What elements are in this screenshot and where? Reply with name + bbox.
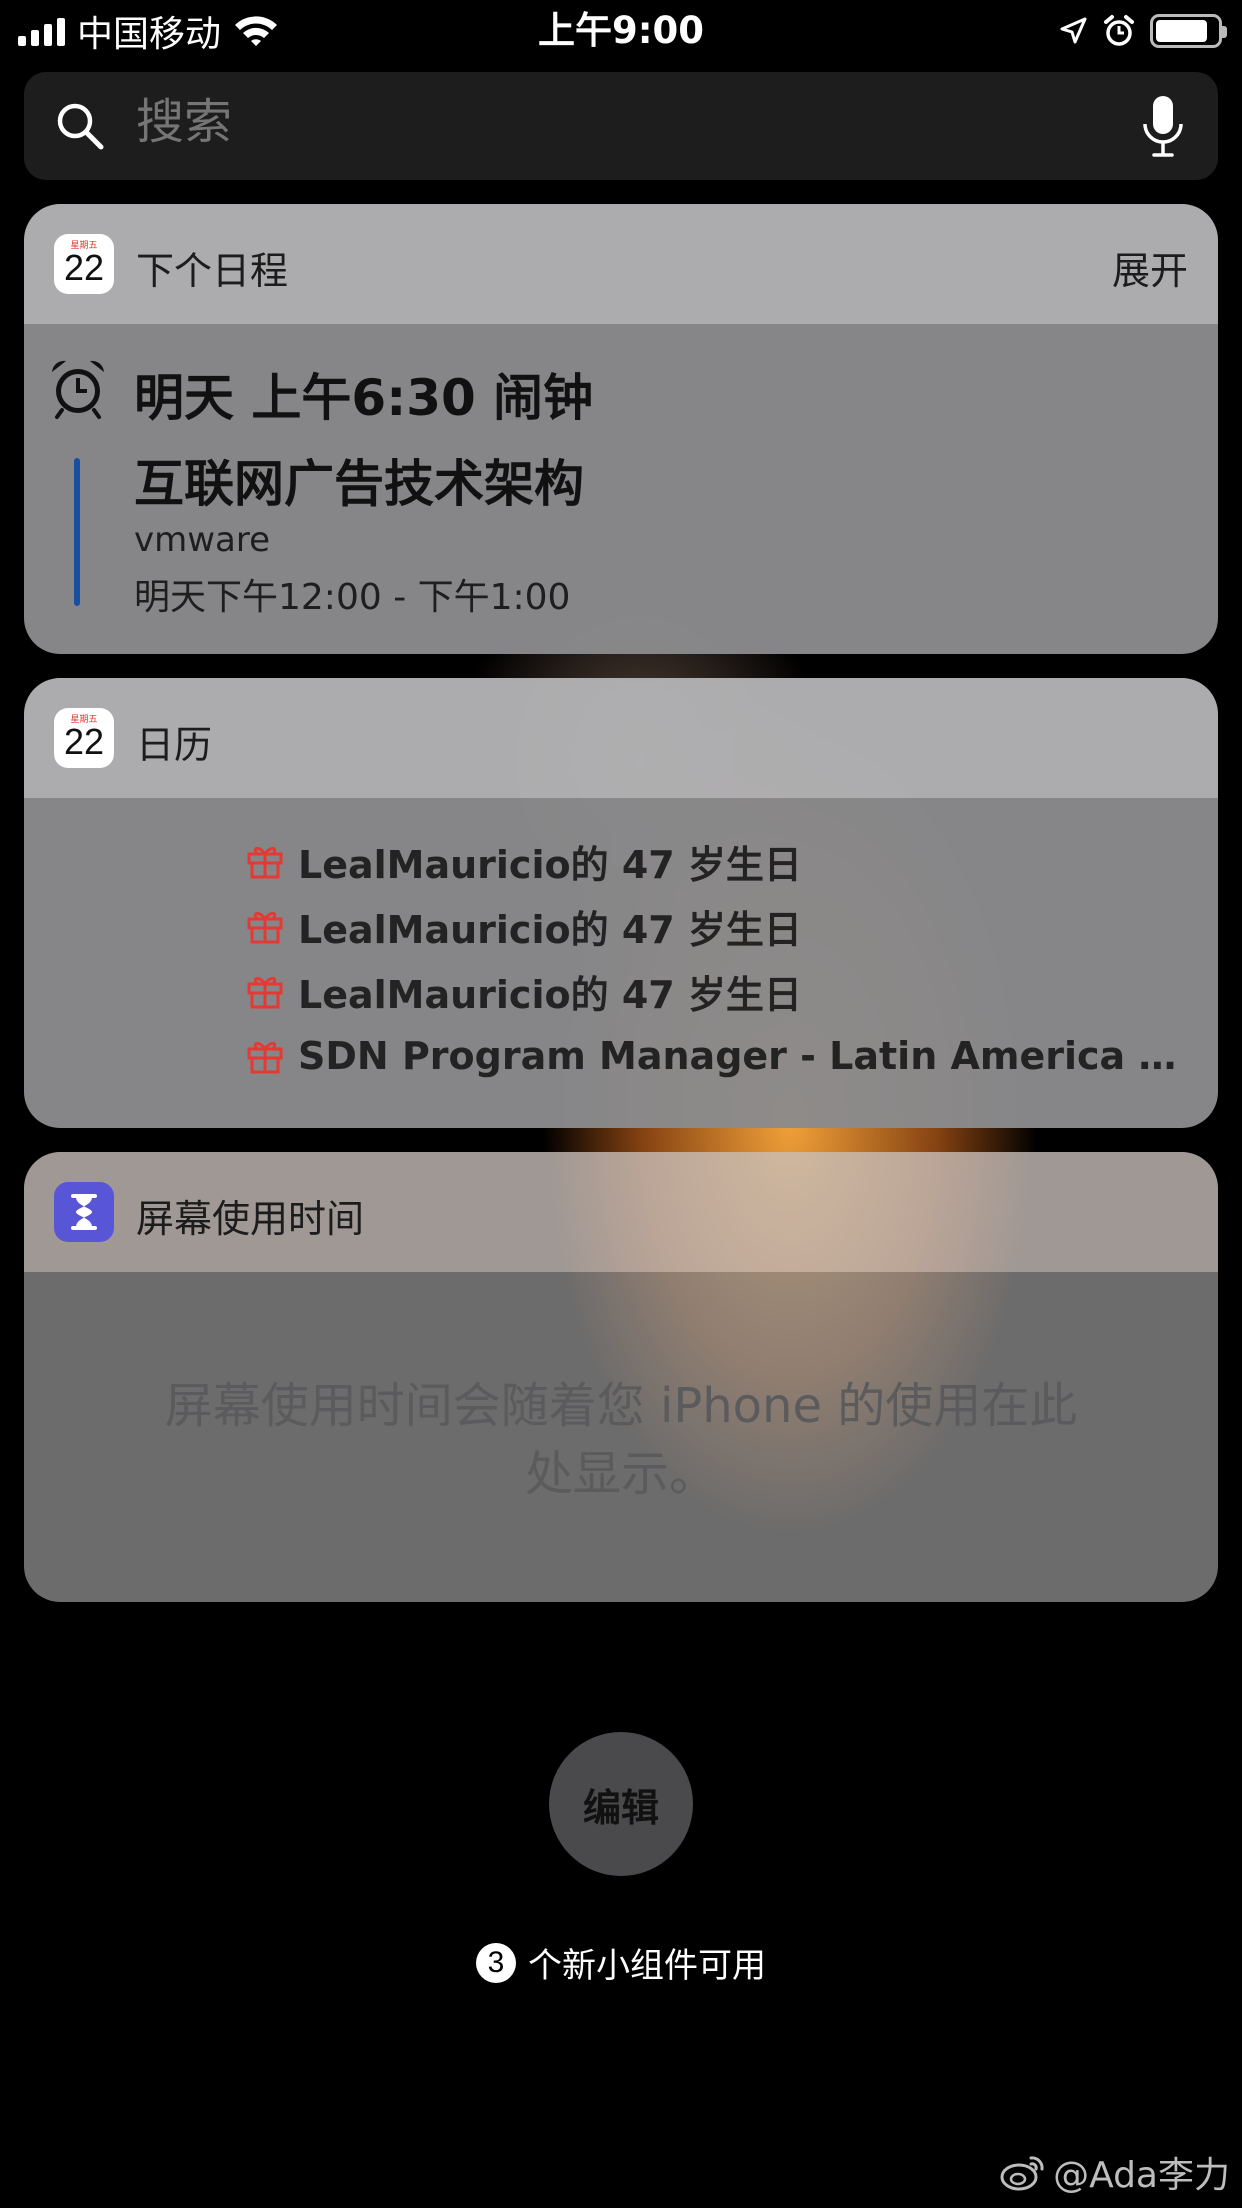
gift-icon: [247, 976, 283, 1009]
birthday-text: LealMauricio的 47 岁生日: [298, 907, 802, 952]
widget-title: 下个日程: [136, 249, 289, 293]
battery-level: [1156, 20, 1207, 42]
new-widgets-notice[interactable]: 3 个新小组件可用: [0, 1938, 1242, 1987]
gift-icon: [247, 911, 283, 944]
birthday-item[interactable]: LealMauricio的 47 岁生日: [246, 897, 802, 955]
alarm-clock-icon: [52, 360, 104, 419]
widget-body: 屏幕使用时间会随着您 iPhone 的使用在此处显示。: [24, 1272, 1218, 1602]
widget-header: 星期五 22 下个日程 展开: [24, 204, 1218, 324]
widget-header: 星期五 22 日历: [24, 678, 1218, 798]
status-right: [1058, 10, 1227, 52]
alarm-text: 明天 上午6:30 闹钟: [134, 369, 594, 427]
calendar-app-icon: 星期五 22: [54, 234, 114, 294]
battery-icon: [1150, 14, 1227, 48]
birthday-text: SDN Program Manager - Latin America Leal…: [298, 1034, 1198, 1078]
microphone-icon[interactable]: [1140, 94, 1186, 160]
status-bar: 中国移动 上午9:00: [0, 0, 1242, 60]
edit-button[interactable]: 编辑: [549, 1732, 693, 1876]
today-view: 中国移动 上午9:00 搜索 星期五 22 下个日程 展开 明天 上午6:30 …: [0, 0, 1242, 2208]
widget-body: LealMauricio的 47 岁生日 LealMauricio的 47 岁生…: [24, 798, 1218, 1128]
event-location: vmware: [134, 520, 271, 560]
expand-button[interactable]: 展开: [1112, 240, 1188, 295]
alarm-status-icon: [1104, 15, 1134, 46]
event-title[interactable]: 互联网广告技术架构: [134, 444, 584, 516]
new-widgets-text: 个新小组件可用: [528, 1946, 766, 1986]
hourglass-icon: [71, 1194, 97, 1230]
weibo-icon: [1000, 2156, 1044, 2191]
calendar-icon-date: 22: [63, 247, 105, 288]
new-widgets-count: 3: [476, 1942, 516, 1983]
birthday-item[interactable]: SDN Program Manager - Latin America Leal…: [246, 1027, 1198, 1085]
up-next-widget[interactable]: 星期五 22 下个日程 展开 明天 上午6:30 闹钟 互联网广告技术架构 vm…: [24, 204, 1218, 654]
watermark-text: @Ada李力: [1053, 2155, 1230, 2196]
location-arrow-icon: [1060, 17, 1087, 44]
calendar-icon-date: 22: [63, 721, 105, 762]
calendar-widget[interactable]: 星期五 22 日历 LealMauricio的 47 岁生日 LealMauri…: [24, 678, 1218, 1128]
gift-icon: [247, 1041, 283, 1074]
widget-body: 明天 上午6:30 闹钟 互联网广告技术架构 vmware 明天下午12:00 …: [24, 324, 1218, 654]
search-icon: [57, 103, 104, 150]
search-bar[interactable]: [24, 72, 1218, 180]
gift-icon: [247, 846, 283, 879]
birthday-item[interactable]: LealMauricio的 47 岁生日: [246, 962, 802, 1020]
widget-title: 日历: [136, 723, 213, 767]
event-color-bar: [74, 458, 80, 606]
birthday-text: LealMauricio的 47 岁生日: [298, 972, 802, 1017]
screen-time-widget[interactable]: 屏幕使用时间 屏幕使用时间会随着您 iPhone 的使用在此处显示。: [24, 1152, 1218, 1602]
calendar-app-icon: 星期五 22: [54, 708, 114, 768]
status-time: 上午9:00: [537, 9, 705, 52]
search-input[interactable]: [136, 94, 1036, 150]
screen-time-app-icon: [54, 1182, 114, 1242]
birthday-item[interactable]: LealMauricio的 47 岁生日: [246, 832, 802, 890]
widget-header: 屏幕使用时间: [24, 1152, 1218, 1272]
widget-title: 屏幕使用时间: [136, 1197, 365, 1241]
event-time: 明天下午12:00 - 下午1:00: [134, 577, 571, 618]
birthday-text: LealMauricio的 47 岁生日: [298, 842, 802, 887]
watermark: @Ada李力: [999, 2146, 1230, 2198]
screen-time-message: 屏幕使用时间会随着您 iPhone 的使用在此处显示。: [164, 1378, 1078, 1502]
